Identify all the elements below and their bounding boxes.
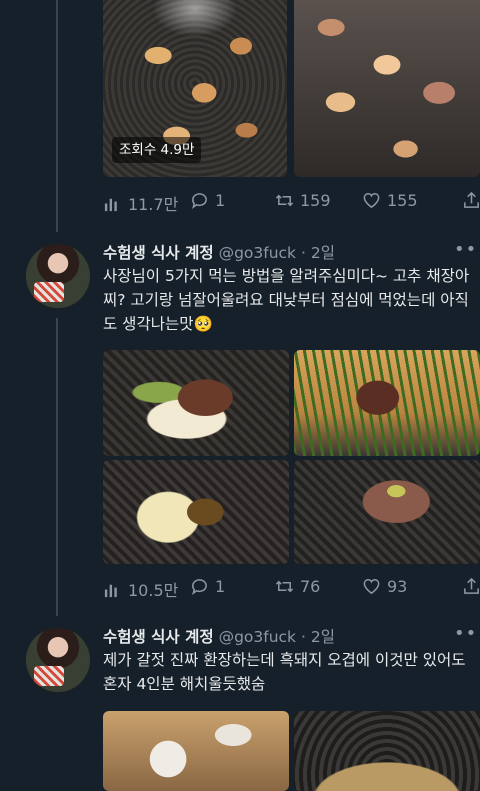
retweet-icon bbox=[275, 194, 294, 207]
tweet-time[interactable]: 2일 bbox=[311, 244, 335, 262]
tweet-text: 제가 갈젓 진짜 환장하는데 흑돼지 오겹에 이것만 있어도 혼자 4인분 해치… bbox=[103, 651, 466, 693]
retweet-button[interactable]: 159 bbox=[275, 191, 331, 210]
heart-icon bbox=[363, 193, 380, 209]
more-options-icon[interactable]: ••• bbox=[454, 239, 480, 260]
share-button[interactable] bbox=[462, 191, 480, 210]
tweet-actions: 10.5만 1 76 93 bbox=[0, 577, 480, 601]
tweet-1[interactable]: 조회수 4.9만 11.7만 1 159 155 bbox=[0, 0, 480, 232]
tweet-image[interactable] bbox=[294, 711, 480, 791]
views-icon bbox=[104, 198, 117, 211]
tweet-2[interactable]: 수험생 식사 계정 @go3fuck · 2일 ••• 사장님이 5가지 먹는 … bbox=[0, 232, 480, 616]
reply-button[interactable]: 1 bbox=[190, 191, 225, 210]
like-count: 93 bbox=[387, 577, 408, 596]
author-handle[interactable]: @go3fuck bbox=[219, 628, 296, 646]
reply-icon bbox=[191, 193, 207, 210]
views-count: 10.5만 bbox=[128, 581, 179, 600]
like-button[interactable]: 155 bbox=[362, 191, 418, 210]
views-badge: 조회수 4.9만 bbox=[112, 137, 202, 163]
reply-count: 1 bbox=[215, 577, 226, 596]
author-name[interactable]: 수험생 식사 계정 bbox=[103, 244, 214, 262]
tweet-image[interactable] bbox=[103, 460, 289, 564]
retweet-button[interactable]: 76 bbox=[275, 577, 320, 596]
share-icon bbox=[464, 191, 479, 208]
retweet-count: 76 bbox=[300, 577, 321, 596]
reply-button[interactable]: 1 bbox=[190, 577, 225, 596]
views-icon bbox=[104, 584, 117, 597]
share-icon bbox=[464, 577, 479, 594]
tweet-header: 수험생 식사 계정 @go3fuck · 2일 bbox=[103, 625, 335, 647]
avatar[interactable] bbox=[26, 244, 90, 308]
author-name[interactable]: 수험생 식사 계정 bbox=[103, 628, 214, 646]
tweet-text: 사장님이 5가지 먹는 방법을 알려주심미다~ 고추 채장아찌? 고기랑 넘잘어… bbox=[103, 267, 470, 333]
heart-icon bbox=[363, 579, 380, 595]
tweet-header: 수험생 식사 계정 @go3fuck · 2일 bbox=[103, 241, 335, 263]
tweet-image[interactable] bbox=[294, 350, 480, 456]
tweet-image[interactable] bbox=[103, 711, 289, 791]
views-count: 11.7만 bbox=[128, 195, 179, 214]
views-button[interactable]: 11.7만 bbox=[103, 191, 178, 215]
author-handle[interactable]: @go3fuck bbox=[219, 244, 296, 262]
like-button[interactable]: 93 bbox=[362, 577, 407, 596]
retweet-count: 159 bbox=[300, 191, 331, 210]
tweet-image[interactable] bbox=[294, 460, 480, 564]
retweet-icon bbox=[275, 580, 294, 593]
tweet-image[interactable] bbox=[103, 350, 289, 456]
tweet-3[interactable]: 수험생 식사 계정 @go3fuck · 2일 ••• 제가 갈젓 진짜 환장하… bbox=[0, 616, 480, 791]
like-count: 155 bbox=[387, 191, 418, 210]
tweet-time[interactable]: 2일 bbox=[311, 628, 335, 646]
separator: · bbox=[300, 244, 306, 262]
more-options-icon[interactable]: ••• bbox=[454, 623, 480, 644]
share-button[interactable] bbox=[462, 577, 480, 596]
reply-count: 1 bbox=[215, 191, 226, 210]
tweet-actions: 11.7만 1 159 155 bbox=[0, 191, 480, 215]
avatar[interactable] bbox=[26, 628, 90, 692]
separator: · bbox=[300, 628, 306, 646]
tweet-image[interactable] bbox=[294, 0, 480, 177]
reply-icon bbox=[191, 579, 207, 596]
views-button[interactable]: 10.5만 bbox=[103, 577, 178, 601]
